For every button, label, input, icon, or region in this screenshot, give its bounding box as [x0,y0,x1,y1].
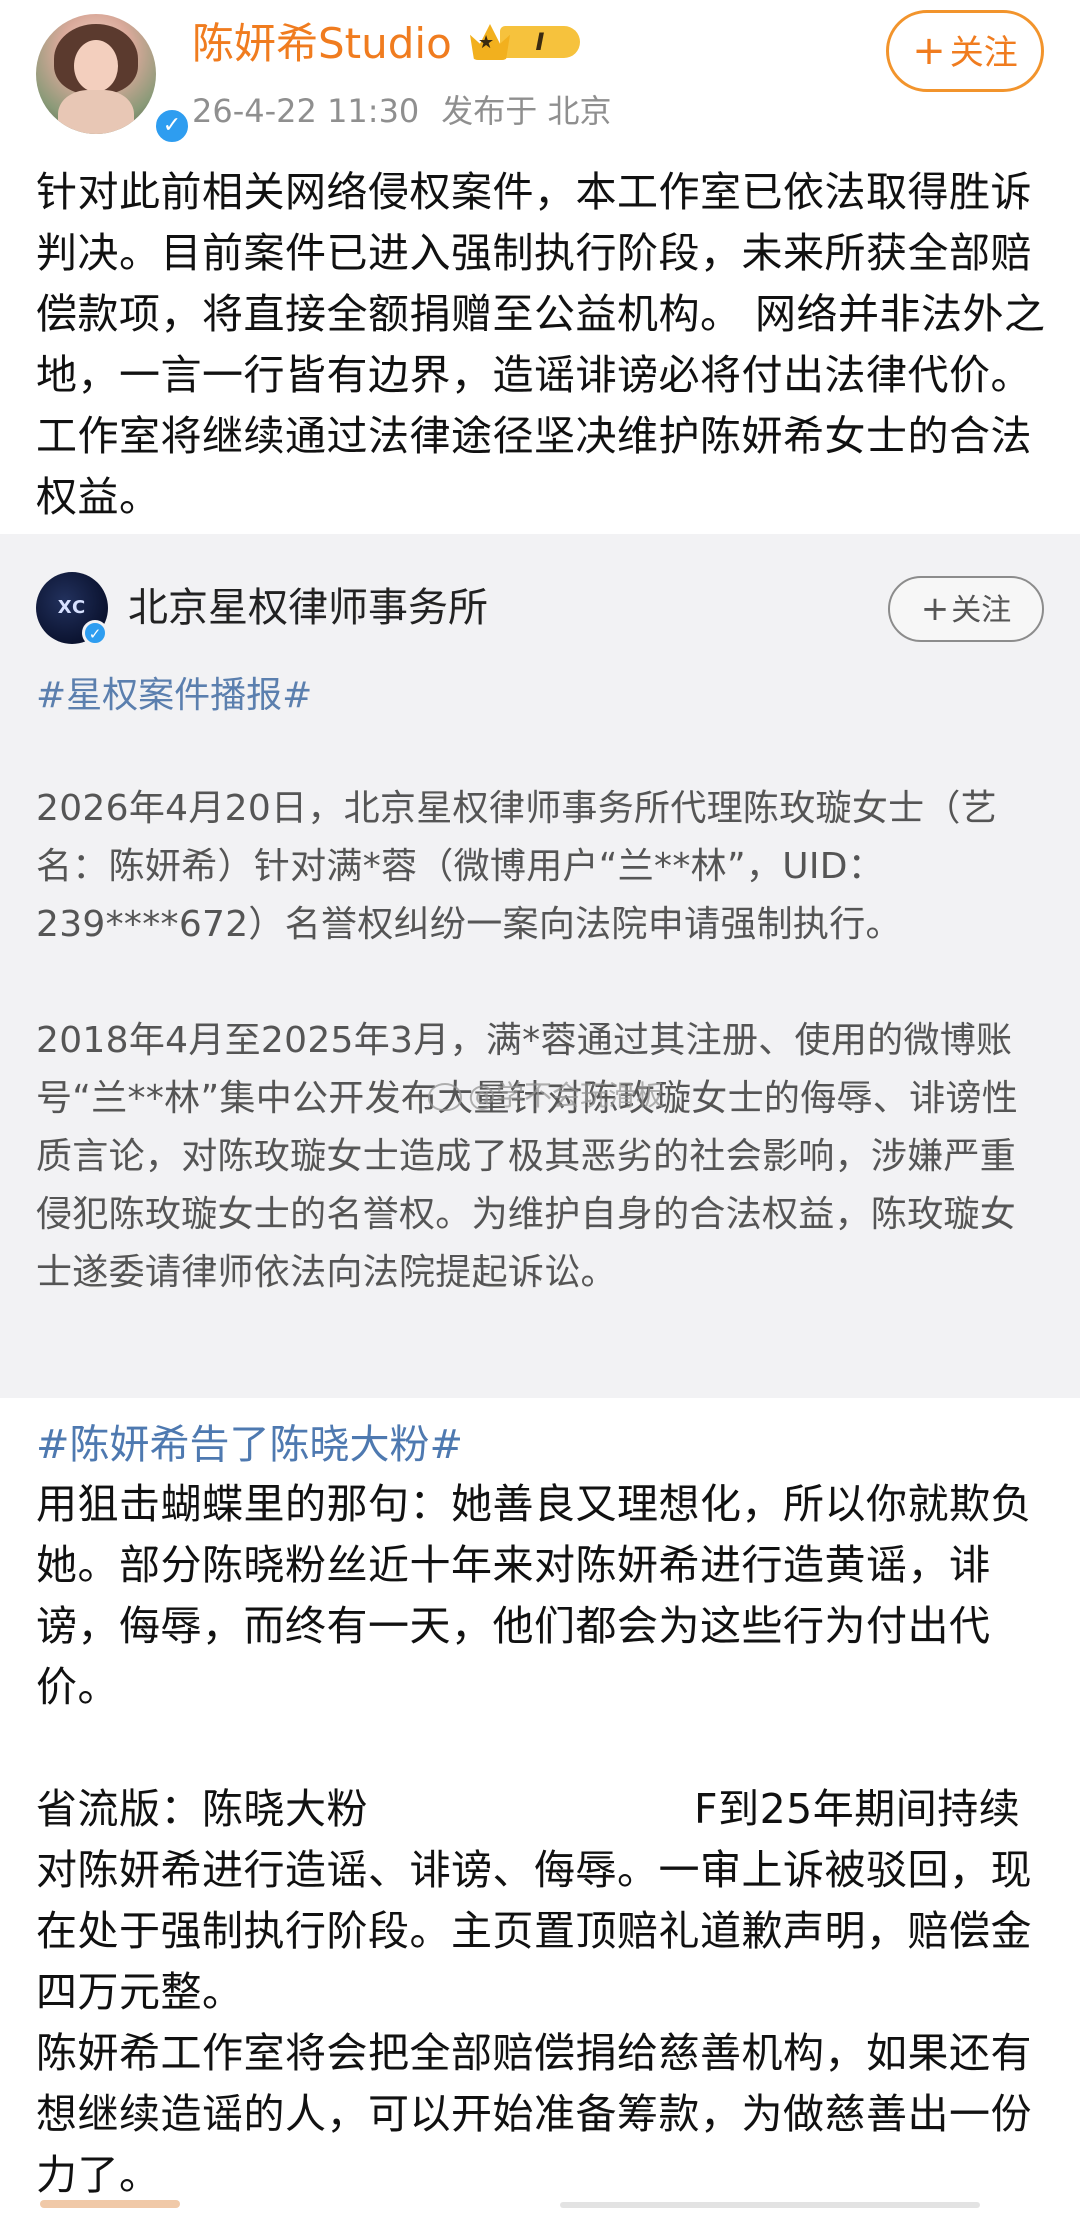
post-timestamp: 26-4-22 11:30 [192,92,420,130]
lower-hashtag[interactable]: #陈妍希告了陈晓大粉# [36,1412,463,1470]
watermark-text: @学不会玩滑板 [468,1079,665,1112]
post-body: 针对此前相关网络侵权案件，本工作室已依法取得胜诉判决。目前案件已进入强制执行阶段… [36,168,1046,521]
repost-follow-label: 关注 [951,593,1012,628]
verified-icon: ✓ [82,620,108,646]
repost-paragraph: 2018年4月至2025年3月，满*蓉通过其注册、使用的微博账号“兰**林”集中… [36,1020,1019,1293]
repost-text: 2026年4月20日，北京星权律师事务所代理陈玫璇女士（艺名：陈妍希）针对满*蓉… [36,780,1044,1360]
plus-icon: + [912,28,946,74]
lower-paragraph-2-start: 省流版：陈晓大粉 [36,1785,368,1833]
repost-author-name[interactable]: 北京星权律师事务所 [128,580,488,636]
post-location: 发布于 北京 [441,92,612,130]
post-header: ✓ 陈妍希Studio I ★ 26-4-22 11:30 发布于 北京 + 关注 [0,0,1080,160]
lower-post-text: 用狙击蝴蝶里的那句：她善良又理想化，所以你就欺负她。部分陈晓粉丝近十年来对陈妍希… [36,1474,1046,2206]
author-avatar[interactable]: ✓ [36,14,192,146]
author-name[interactable]: 陈妍希Studio [192,18,452,70]
verified-icon: ✓ [152,106,192,146]
level-pill: I [500,26,580,58]
weibo-icon [428,1083,462,1111]
avatar-image [36,14,156,134]
plus-icon: + [920,589,950,629]
lower-paragraph-1: 用狙击蝴蝶里的那句：她善良又理想化，所以你就欺负她。部分陈晓粉丝近十年来对陈妍希… [36,1480,1032,1711]
repost-hashtag[interactable]: #星权案件播报# [36,666,312,718]
bottom-strip [0,2196,1080,2216]
star-icon: ★ [478,32,495,53]
watermark: @学不会玩滑板 [428,1074,664,1114]
follow-label: 关注 [949,33,1018,73]
post-meta: 26-4-22 11:30 发布于 北京 [192,86,633,132]
repost-follow-button[interactable]: +关注 [888,576,1044,642]
redacted-block [368,1787,694,1837]
member-level-badge[interactable]: I ★ [470,20,582,64]
repost-card[interactable]: XC ✓ 北京星权律师事务所 +关注 #星权案件播报# 2026年4月20日，北… [0,534,1080,1398]
follow-button[interactable]: + 关注 [886,10,1044,92]
repost-avatar-logo: XC [57,597,87,618]
lower-paragraph-3: 陈妍希工作室将会把全部赔偿捐给慈善机构，如果还有想继续造谣的人，可以开始准备筹款… [36,2029,1032,2199]
lower-paragraph-2: 省流版：陈晓大粉 F到25年期间持续对陈妍希进行造谣、诽谤、侮辱。一审上诉被驳回，… [36,1779,1046,2023]
repost-paragraph: 2026年4月20日，北京星权律师事务所代理陈玫璇女士（艺名：陈妍希）针对满*蓉… [36,788,998,945]
